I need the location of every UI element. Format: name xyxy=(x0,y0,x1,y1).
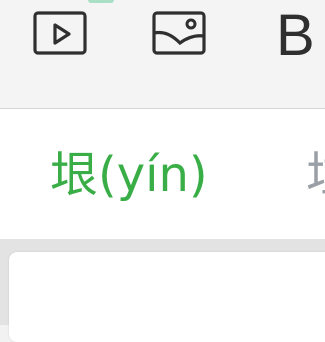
editor-toolbar: B xyxy=(0,0,325,109)
insert-video-button[interactable] xyxy=(33,11,87,57)
content-card xyxy=(9,252,325,342)
image-icon xyxy=(152,11,206,55)
word-tab-next[interactable]: 垃 xyxy=(306,147,325,203)
word-tab-bar: 垠(yín) 垃 xyxy=(0,109,325,239)
bold-button[interactable]: B xyxy=(276,5,325,67)
word-tab-active[interactable]: 垠(yín) xyxy=(50,147,208,203)
badge xyxy=(88,0,114,3)
insert-image-button[interactable] xyxy=(152,9,206,57)
video-play-icon xyxy=(33,11,87,55)
bold-label: B xyxy=(276,3,315,68)
